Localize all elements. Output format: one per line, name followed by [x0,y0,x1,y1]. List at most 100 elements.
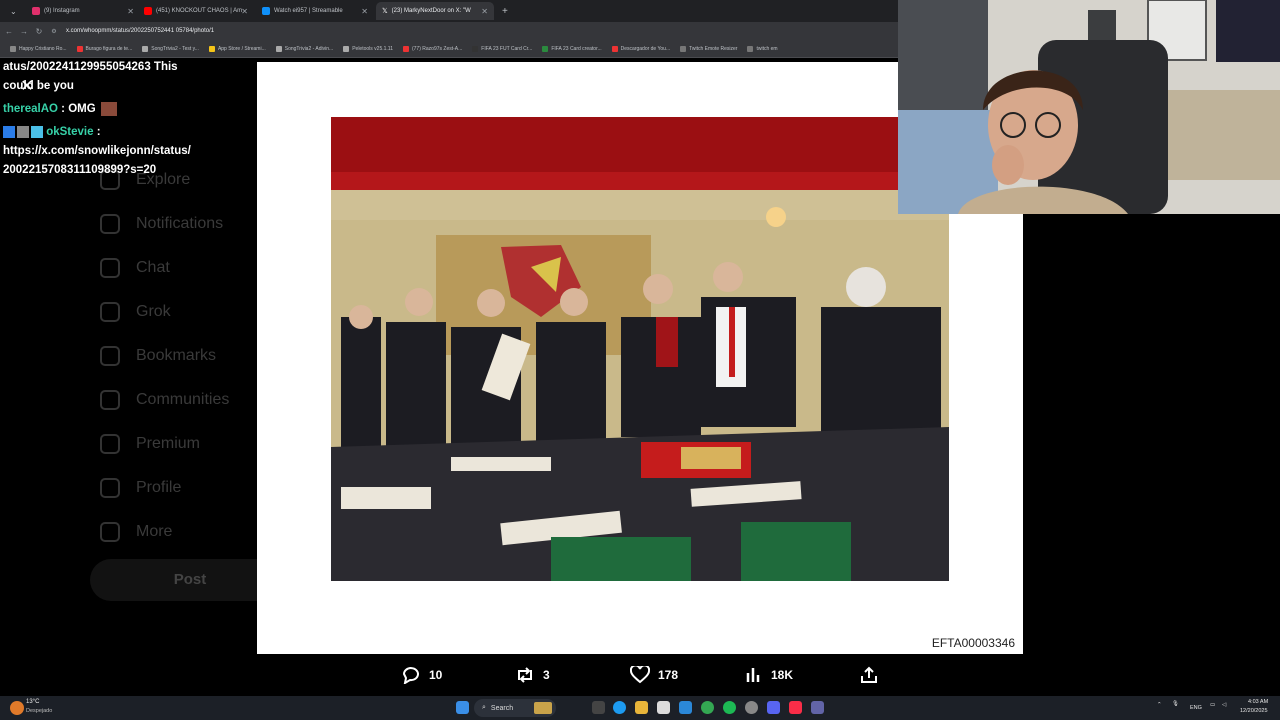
new-tab-button[interactable]: + [496,2,510,20]
instagram-icon [32,7,40,15]
discord-icon[interactable] [767,701,780,714]
sidebar-item-chat[interactable]: Chat [100,258,170,278]
chrome-icon[interactable] [701,701,714,714]
chat-message: : OMG [61,103,96,115]
spotify-icon[interactable] [723,701,736,714]
tab-x-active[interactable]: 𝕏 (23) MarkyNextDoor on X: "W ✕ [376,2,494,20]
chat-badges-icon [3,125,43,138]
sidebar-item-grok[interactable]: Grok [100,302,171,322]
reload-icon[interactable]: ↻ [33,27,45,36]
tab-title: (451) KNOCKOUT CHAOS | Am [156,8,243,14]
notifications-icon [100,214,120,234]
bookmark-item[interactable]: twitch em [747,45,778,52]
bookmark-label: Peletools v25.1.11 [352,45,393,52]
music-icon[interactable] [789,701,802,714]
edge-icon[interactable] [613,701,626,714]
bookmark-label: (77) Razo97s Zest-A... [411,45,463,52]
bookmark-label: SongTrivia2 - Adivin... [284,45,334,52]
weather-desc: Despejado [26,708,53,714]
bookmark-item[interactable]: SongTrivia2 - Test y... [142,45,199,52]
mail-icon[interactable] [679,701,692,714]
bookmark-favicon-icon [402,45,409,52]
settings-icon[interactable] [745,701,758,714]
bookmark-label: Twitch Emote Resizer [689,45,738,52]
sidebar-item-label: Communities [136,391,230,408]
webcam-image [898,0,1280,214]
tab-instagram[interactable]: (9) Instagram ✕ [26,2,140,20]
windows-taskbar: 13°C Despejado ⌕ Search ⌃ 🎙 ENG ▭ ◁ 4:03… [0,696,1280,720]
chat-line: atus/2002241129955054263 This [3,61,178,73]
bookmark-favicon-icon [542,45,549,52]
bookmark-item[interactable]: App Store / Streami... [208,45,266,52]
close-icon[interactable]: ✕ [19,79,35,95]
forward-icon[interactable]: → [18,27,30,36]
network-icon[interactable]: ▭ [1210,702,1215,708]
close-tab-icon[interactable]: ✕ [127,7,134,16]
bookmark-item[interactable]: SongTrivia2 - Adivin... [275,45,334,52]
sidebar-item-more[interactable]: More [100,522,172,542]
tray-chevron-icon[interactable]: ⌃ [1157,702,1162,708]
repost-button[interactable]: 3 [515,666,550,684]
reply-count: 10 [429,668,443,682]
store-icon[interactable] [657,701,670,714]
tab-youtube[interactable]: (451) KNOCKOUT CHAOS | Am ✕ [138,2,254,20]
bookmark-favicon-icon [76,45,83,52]
back-icon[interactable]: ← [3,27,15,36]
volume-icon[interactable]: ◁ [1222,702,1226,708]
tab-title: (9) Instagram [44,8,80,14]
tab-list-button[interactable]: ⌄ [4,2,22,20]
bookmark-item[interactable]: (77) Razo97s Zest-A... [402,45,463,52]
bookmarks-icon [100,346,120,366]
view-count: 18K [771,668,794,682]
close-tab-icon[interactable]: ✕ [361,7,368,16]
language-indicator[interactable]: ENG [1190,705,1202,711]
profile-icon [100,478,120,498]
teams-icon[interactable] [811,701,824,714]
sidebar-item-profile[interactable]: Profile [100,478,181,498]
sidebar-item-communities[interactable]: Communities [100,390,229,410]
windows-start-icon[interactable] [456,701,469,714]
chat-username: okStevie [46,126,94,138]
tab-streamable[interactable]: Watch ei957 | Streamable ✕ [256,2,374,20]
sidebar-item-notifications[interactable]: Notifications [100,214,223,234]
sidebar-item-premium[interactable]: Premium [100,434,200,454]
microphone-icon[interactable]: 🎙 [1172,701,1179,707]
close-tab-icon[interactable]: ✕ [241,7,248,16]
bookmark-item[interactable]: FIFA 23 FUT Card Cr... [472,45,532,52]
communities-icon [100,390,120,410]
clock-time[interactable]: 4:03 AM [1248,699,1268,705]
analytics-icon [746,668,760,682]
bookmark-item[interactable]: Peletools v25.1.11 [343,45,393,52]
bookmark-favicon-icon [142,45,149,52]
chat-line: could be you [3,80,74,92]
bookmark-item[interactable]: Burago figura de te... [76,45,132,52]
url-field[interactable]: x.com/whoopmm/status/2002250752441 05784… [66,28,214,34]
bookmark-favicon-icon [343,45,350,52]
tweet-photo[interactable] [331,117,949,581]
like-button[interactable]: 178 [630,666,678,684]
chat-line: okStevie : [3,123,253,142]
reply-button[interactable]: 10 [401,666,442,684]
x-logo-icon: 𝕏 [382,8,388,15]
emote-icon [100,101,117,116]
sidebar-item-label: Chat [136,259,170,276]
sidebar-item-bookmarks[interactable]: Bookmarks [100,346,216,366]
site-info-icon[interactable]: ⚙ [48,28,60,35]
file-explorer-icon[interactable] [635,701,648,714]
clock-date[interactable]: 12/20/2025 [1240,708,1268,714]
repost-count: 3 [543,668,550,682]
share-button[interactable] [860,666,878,684]
sidebar-item-label: Bookmarks [136,347,217,364]
bookmark-item[interactable]: Descargador de You... [611,45,671,52]
taskbar-search[interactable]: ⌕ Search [474,699,556,717]
bookmark-label: Descargador de You... [620,45,671,52]
task-view-icon[interactable] [592,701,605,714]
views-button[interactable]: 18K [745,666,793,684]
bookmark-item[interactable]: FIFA 23 Card creator... [542,45,602,52]
chat-line: https://x.com/snowlikejonn/status/ [3,145,191,157]
bookmark-label: FIFA 23 Card creator... [551,45,602,52]
close-tab-icon[interactable]: ✕ [481,7,488,16]
bookmark-item[interactable]: Happy Cristiano Ro... [10,45,67,52]
bookmark-item[interactable]: Twitch Emote Resizer [680,45,738,52]
bookmark-favicon-icon [611,45,618,52]
